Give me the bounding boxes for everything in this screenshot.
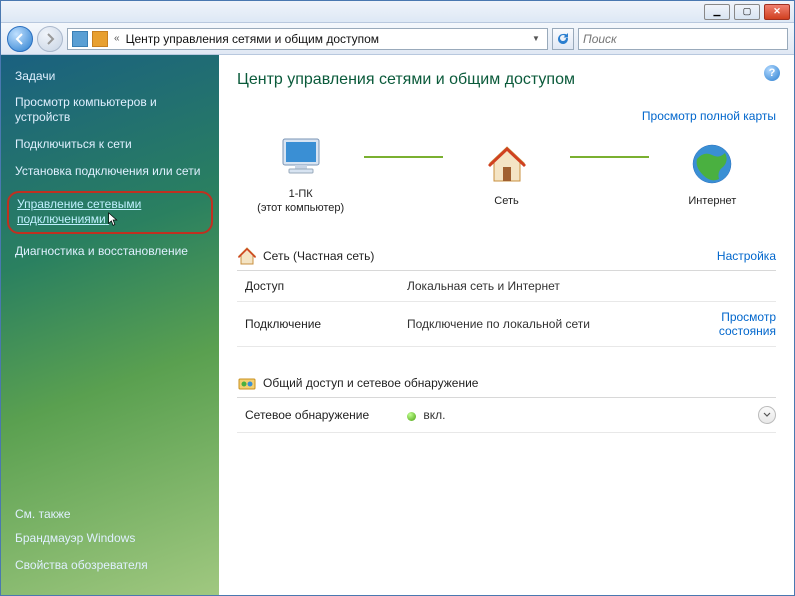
sharing-icon <box>237 373 257 393</box>
arrow-right-icon <box>44 33 56 45</box>
refresh-button[interactable] <box>552 28 574 50</box>
close-button[interactable]: ✕ <box>764 4 790 20</box>
row-value: Подключение по локальной сети <box>407 317 686 331</box>
search-input[interactable] <box>583 32 783 46</box>
sidebar: Задачи Просмотр компьютеров и устройств … <box>1 55 219 595</box>
address-text: Центр управления сетями и общим доступом <box>126 32 525 46</box>
pc-label: 1-ПК <box>289 188 313 200</box>
navbar: « Центр управления сетями и общим доступ… <box>1 23 794 55</box>
view-status-link[interactable]: Просмотр состояния <box>686 310 776 339</box>
house-small-icon <box>237 246 257 266</box>
sidebar-link-setup-connection[interactable]: Установка подключения или сети <box>15 158 205 185</box>
row-key: Подключение <box>237 317 407 331</box>
sidebar-link-manage-connections[interactable]: Управление сетевыми подключениями <box>17 197 203 228</box>
network-label: Сеть <box>494 194 518 208</box>
sidebar-link-connect[interactable]: Подключиться к сети <box>15 131 205 158</box>
help-button[interactable]: ? <box>764 65 780 81</box>
expand-button[interactable] <box>758 406 776 424</box>
body: Задачи Просмотр компьютеров и устройств … <box>1 55 794 595</box>
sidebar-highlight: Управление сетевыми подключениями <box>7 191 213 234</box>
sidebar-tasks-heading: Задачи <box>15 69 205 83</box>
sharing-row-discovery: Сетевое обнаружение вкл. <box>237 398 776 433</box>
sidebar-link-firewall[interactable]: Брандмауэр Windows <box>15 525 205 552</box>
cursor-icon <box>107 212 121 228</box>
map-connection <box>364 156 442 158</box>
window: ▁ ▢ ✕ « Центр управления сетями и общим … <box>0 0 795 596</box>
maximize-button[interactable]: ▢ <box>734 4 760 20</box>
row-key: Доступ <box>237 279 407 293</box>
chevron-icon: « <box>112 33 122 44</box>
pc-sublabel: (этот компьютер) <box>257 202 344 214</box>
map-connection-2 <box>570 156 648 158</box>
map-node-internet: Интернет <box>649 138 776 208</box>
row-value: Локальная сеть и Интернет <box>407 279 686 293</box>
refresh-icon <box>557 33 569 45</box>
map-node-pc: 1-ПК (этот компьютер) <box>237 131 364 216</box>
nav-back-button[interactable] <box>7 26 33 52</box>
customize-link[interactable]: Настройка <box>717 249 776 263</box>
sidebar-link-diagnose[interactable]: Диагностика и восстановление <box>15 238 205 265</box>
sidebar-link-label: Управление сетевыми подключениями <box>17 197 141 226</box>
house-icon <box>484 141 530 187</box>
network-center-icon <box>92 31 108 47</box>
window-controls: ▁ ▢ ✕ <box>704 4 790 20</box>
internet-label: Интернет <box>688 194 736 208</box>
sharing-section-title: Общий доступ и сетевое обнаружение <box>263 376 478 390</box>
sidebar-link-internet-options[interactable]: Свойства обозревателя <box>15 552 205 579</box>
map-node-network: Сеть <box>443 138 570 208</box>
status-on-icon <box>407 412 416 421</box>
network-section: Сеть (Частная сеть) Настройка Доступ Лок… <box>237 242 776 348</box>
row-value: вкл. <box>423 408 445 422</box>
sidebar-link-view-computers[interactable]: Просмотр компьютеров и устройств <box>15 89 205 131</box>
titlebar: ▁ ▢ ✕ <box>1 1 794 23</box>
arrow-left-icon <box>14 33 26 45</box>
minimize-button[interactable]: ▁ <box>704 4 730 20</box>
address-dropdown[interactable]: ▼ <box>529 34 543 43</box>
network-row-connection: Подключение Подключение по локальной сет… <box>237 302 776 348</box>
control-panel-icon <box>72 31 88 47</box>
page-title: Центр управления сетями и общим доступом <box>237 71 776 89</box>
nav-forward-button[interactable] <box>37 26 63 52</box>
sidebar-see-also-heading: См. также <box>15 507 205 521</box>
view-full-map-link[interactable]: Просмотр полной карты <box>642 109 776 123</box>
address-bar[interactable]: « Центр управления сетями и общим доступ… <box>67 28 548 50</box>
row-key: Сетевое обнаружение <box>237 408 407 422</box>
network-section-title: Сеть (Частная сеть) <box>263 249 374 263</box>
globe-icon <box>689 141 735 187</box>
computer-icon <box>277 133 325 181</box>
chevron-down-icon <box>763 411 771 419</box>
network-row-access: Доступ Локальная сеть и Интернет <box>237 271 776 302</box>
content: ? Центр управления сетями и общим доступ… <box>219 55 794 595</box>
search-bar[interactable] <box>578 28 788 50</box>
network-map: 1-ПК (этот компьютер) Сеть <box>237 131 776 216</box>
sharing-section: Общий доступ и сетевое обнаружение Сетев… <box>237 369 776 433</box>
